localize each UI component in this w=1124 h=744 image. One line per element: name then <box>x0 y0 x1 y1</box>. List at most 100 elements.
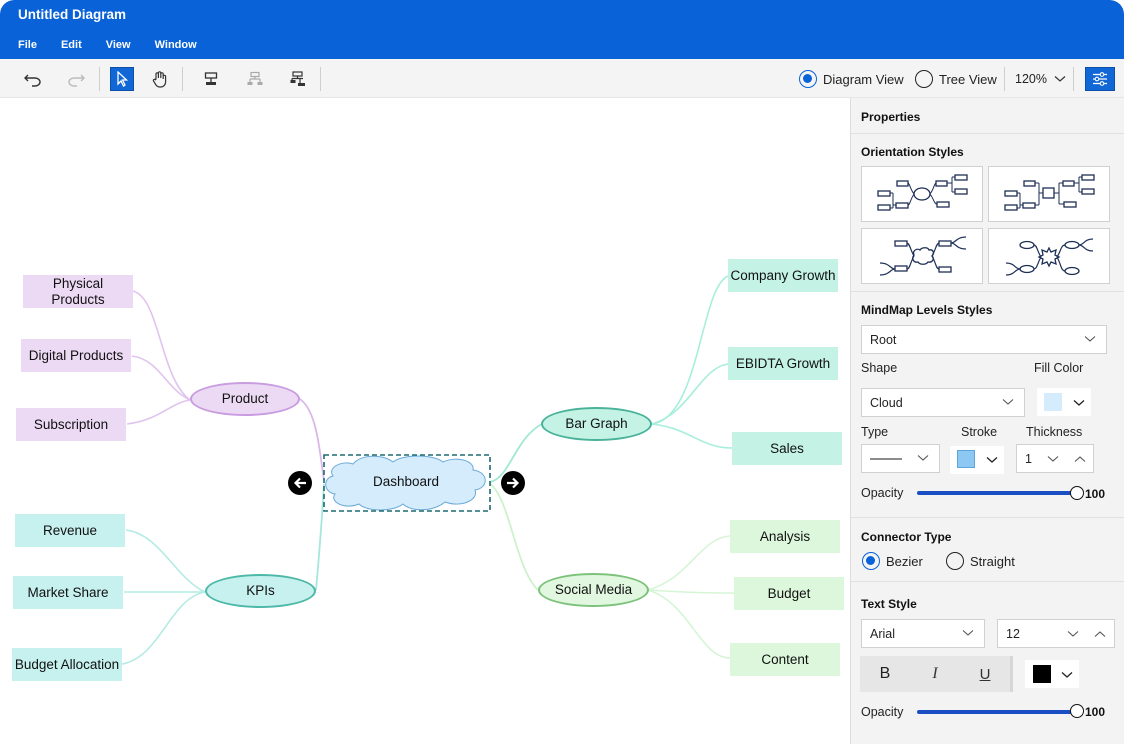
level-opacity-thumb[interactable] <box>1070 486 1084 500</box>
chevron-down-icon[interactable] <box>1067 630 1079 638</box>
menu-view[interactable]: View <box>106 39 131 51</box>
font-size-stepper[interactable]: 12 <box>997 619 1115 648</box>
connector-social-budget[interactable] <box>647 589 735 594</box>
stroke-color-swatch <box>957 450 975 468</box>
branch-node-bar-graph[interactable]: Bar Graph <box>541 407 652 441</box>
leaf-node-physical-products[interactable]: Physical Products <box>23 275 133 308</box>
diagram-view-radio[interactable]: Diagram View <box>799 70 904 88</box>
connector-product-subscription[interactable] <box>126 399 191 425</box>
leaf-node-analysis[interactable]: Analysis <box>730 520 840 553</box>
radio-unselected[interactable] <box>946 552 964 570</box>
connector-kpis-revenue[interactable] <box>125 529 206 593</box>
undo-button[interactable] <box>21 67 45 91</box>
connector-heading: Connector Type <box>861 530 952 544</box>
menu-bar: File Edit View Window <box>18 39 221 51</box>
branch-node-product[interactable]: Product <box>190 382 300 416</box>
arrow-left-icon <box>293 477 306 489</box>
leaf-node-content[interactable]: Content <box>730 643 840 676</box>
level-dropdown[interactable]: Root <box>861 325 1107 354</box>
child-topic-icon <box>247 71 263 85</box>
connector-social-content[interactable] <box>647 589 731 659</box>
chevron-up-icon[interactable] <box>1094 630 1106 638</box>
fill-color-picker[interactable] <box>1037 388 1091 416</box>
line-type-dropdown[interactable] <box>861 444 940 473</box>
zoom-dropdown[interactable]: 120% <box>1015 72 1066 86</box>
connector-kpis-budgetalloc[interactable] <box>121 591 206 665</box>
connector-product-physical[interactable] <box>132 290 191 401</box>
toolbar-divider <box>182 67 183 91</box>
add-child-button[interactable] <box>243 67 267 91</box>
sliders-icon <box>1093 72 1107 86</box>
thickness-stepper[interactable]: 1 <box>1016 444 1094 473</box>
thickness-value: 1 <box>1025 451 1032 466</box>
title-bar: Untitled Diagram File Edit View Window <box>0 0 1124 59</box>
underline-button[interactable]: U <box>960 666 1010 683</box>
menu-file[interactable]: File <box>18 39 37 51</box>
radio-unselected[interactable] <box>915 70 933 88</box>
diagram-canvas[interactable]: Dashboard Product Physical Products Digi… <box>0 98 850 744</box>
leaf-node-digital-products[interactable]: Digital Products <box>21 339 131 372</box>
connector-root-socialmedia[interactable] <box>489 483 539 591</box>
redo-button[interactable] <box>64 67 88 91</box>
properties-panel: Properties Orientation Styles MindMap Le… <box>850 98 1124 744</box>
collapse-left-button[interactable] <box>288 471 312 495</box>
properties-toggle-button[interactable] <box>1085 67 1115 91</box>
chevron-up-icon[interactable] <box>1074 455 1086 463</box>
hand-icon <box>152 71 167 88</box>
orientation-style-3[interactable] <box>861 228 983 284</box>
orientation-style-1[interactable] <box>861 166 983 222</box>
branch-node-social-media[interactable]: Social Media <box>538 573 649 607</box>
collapse-right-button[interactable] <box>501 471 525 495</box>
pan-tool-button[interactable] <box>148 67 172 91</box>
connector-bargraph-ebidta[interactable] <box>651 363 729 425</box>
select-tool-button[interactable] <box>110 67 134 91</box>
font-family-value: Arial <box>870 626 896 641</box>
chevron-down-icon <box>917 455 929 461</box>
zoom-value: 120% <box>1015 72 1047 86</box>
branch-node-kpis[interactable]: KPIs <box>205 574 316 608</box>
tree-view-radio[interactable]: Tree View <box>915 70 997 88</box>
straight-radio[interactable]: Straight <box>946 552 1015 570</box>
toolbar-divider <box>99 67 100 91</box>
add-topic-button[interactable] <box>199 67 223 91</box>
connector-root-product[interactable] <box>297 397 325 481</box>
leaf-node-revenue[interactable]: Revenue <box>15 514 125 547</box>
orientation-heading: Orientation Styles <box>861 145 964 159</box>
italic-button[interactable]: I <box>910 665 960 683</box>
mindmap-cloud-icon <box>879 236 967 276</box>
add-sibling-button[interactable] <box>286 67 310 91</box>
text-color-picker[interactable] <box>1025 660 1079 688</box>
root-node-label[interactable]: Dashboard <box>323 454 489 510</box>
connector-bargraph-companygrowth[interactable] <box>651 275 729 425</box>
radio-selected[interactable] <box>799 70 817 88</box>
connector-bargraph-sales[interactable] <box>651 423 733 449</box>
connector-social-analysis[interactable] <box>647 535 731 591</box>
leaf-node-company-growth[interactable]: Company Growth <box>728 259 838 292</box>
leaf-node-sales[interactable]: Sales <box>732 432 842 465</box>
chevron-down-icon <box>1002 399 1014 405</box>
leaf-node-budget-allocation[interactable]: Budget Allocation <box>12 648 122 681</box>
chevron-down-icon <box>1084 336 1096 342</box>
connector-product-digital[interactable] <box>131 355 191 401</box>
orientation-style-4[interactable] <box>988 228 1110 284</box>
chevron-down-icon[interactable] <box>1047 455 1059 463</box>
leaf-node-budget[interactable]: Budget <box>734 577 844 610</box>
text-opacity-slider[interactable] <box>917 710 1077 714</box>
leaf-node-subscription[interactable]: Subscription <box>16 408 126 441</box>
level-opacity-slider[interactable] <box>917 491 1077 495</box>
shape-label: Shape <box>861 361 898 375</box>
shape-dropdown[interactable]: Cloud <box>861 388 1025 417</box>
bezier-radio[interactable]: Bezier <box>862 552 923 570</box>
text-style-heading: Text Style <box>861 597 917 611</box>
orientation-style-2[interactable] <box>988 166 1110 222</box>
radio-selected[interactable] <box>862 552 880 570</box>
levels-heading: MindMap Levels Styles <box>861 303 993 317</box>
menu-edit[interactable]: Edit <box>61 39 82 51</box>
menu-window[interactable]: Window <box>155 39 197 51</box>
font-family-dropdown[interactable]: Arial <box>861 619 985 648</box>
bold-button[interactable]: B <box>860 665 910 683</box>
stroke-color-picker[interactable] <box>950 446 1004 474</box>
leaf-node-ebidta-growth[interactable]: EBIDTA Growth <box>728 347 838 380</box>
leaf-node-market-share[interactable]: Market Share <box>13 576 123 609</box>
text-opacity-thumb[interactable] <box>1070 704 1084 718</box>
